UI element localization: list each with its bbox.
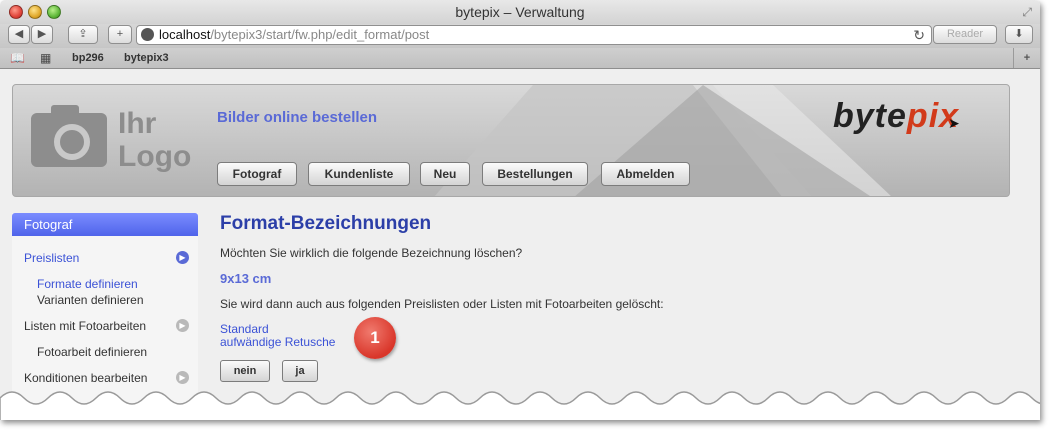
brand-main: byte: [833, 97, 907, 135]
sidebar-sub-formate-definieren[interactable]: Formate definieren: [37, 277, 138, 291]
downloads-button[interactable]: ⬇: [1005, 25, 1033, 44]
camera-logo-icon: [31, 105, 107, 167]
chevron-right-icon[interactable]: ▶: [176, 251, 189, 264]
globe-icon: [141, 28, 154, 41]
sidebar-heading: Fotograf: [12, 213, 198, 236]
address-bar[interactable]: localhost/bytepix3/start/fw.php/edit_for…: [136, 25, 932, 45]
callout-badge: 1: [354, 317, 396, 359]
mouse-cursor-icon: ➤: [948, 115, 960, 131]
fullscreen-icon[interactable]: ⤢: [1022, 5, 1032, 20]
share-button[interactable]: ⇪: [68, 25, 98, 44]
reader-button[interactable]: Reader: [933, 25, 997, 44]
sidebar-sub-varianten-definieren[interactable]: Varianten definieren: [37, 293, 144, 307]
nav-abmelden-button[interactable]: Abmelden: [601, 162, 690, 186]
sidebar-sub-fotoarbeit-definieren[interactable]: Fotoarbeit definieren: [37, 345, 147, 359]
url-path: /bytepix3/start/fw.php/edit_format/post: [210, 27, 430, 42]
nav-fotograf-button[interactable]: Fotograf: [217, 162, 297, 186]
top-sites-icon[interactable]: ▦: [40, 51, 51, 65]
sidebar-item-preislisten[interactable]: Preislisten: [24, 251, 79, 265]
reading-list-icon[interactable]: 📖: [10, 51, 25, 65]
forward-button[interactable]: ▶: [31, 25, 53, 44]
site-header: Ihr Logo Bilder online bestellen bytepix…: [12, 84, 1010, 197]
nav-bestellungen-button[interactable]: Bestellungen: [482, 162, 588, 186]
yes-button[interactable]: ja: [282, 360, 318, 382]
delete-info: Sie wird dann auch aus folgenden Preisli…: [220, 297, 664, 311]
window-title: bytepix – Verwaltung: [455, 4, 585, 20]
back-button[interactable]: ◀: [8, 25, 30, 44]
nav-neu-button[interactable]: Neu: [420, 162, 470, 186]
reload-icon[interactable]: ↻: [913, 26, 925, 44]
page-title: Format-Bezeichnungen: [220, 213, 432, 234]
no-button[interactable]: nein: [220, 360, 270, 382]
new-tab-button[interactable]: +: [108, 25, 132, 44]
nav-kundenliste-button[interactable]: Kundenliste: [308, 162, 410, 186]
bookmark-bytepix3[interactable]: bytepix3: [124, 52, 169, 64]
torn-edge-graphic: [0, 391, 1040, 420]
plus-icon: +: [116, 28, 124, 40]
chevron-right-icon[interactable]: ▶: [176, 319, 189, 332]
title-bar: bytepix – Verwaltung ⤢: [0, 0, 1040, 25]
sidebar-item-listen-mit-fotoarbeiten[interactable]: Listen mit Fotoarbeiten: [24, 319, 146, 333]
brand-logo: bytepix: [833, 97, 959, 136]
bookmark-bp296[interactable]: bp296: [72, 52, 104, 64]
add-tab-icon[interactable]: +: [1013, 48, 1040, 68]
url-host: localhost: [159, 27, 211, 42]
browser-toolbar: ◀ ▶ ⇪ + localhost/bytepix3/start/fw.php/…: [0, 24, 1040, 48]
page-content: Ihr Logo Bilder online bestellen bytepix…: [0, 69, 1040, 420]
logo-line-1: Ihr: [118, 107, 157, 140]
back-arrow-icon: ◀: [14, 28, 24, 40]
logo-placeholder: Ihr Logo: [118, 107, 191, 173]
url-text: localhost/bytepix3/start/fw.php/edit_for…: [159, 26, 429, 44]
forward-arrow-icon: ▶: [37, 28, 47, 40]
browser-window: bytepix – Verwaltung ⤢ ◀ ▶ ⇪ + localhost…: [0, 0, 1040, 420]
format-name: 9x13 cm: [220, 271, 272, 286]
delete-question: Möchten Sie wirklich die folgende Bezeic…: [220, 246, 523, 260]
bookmarks-bar: 📖 ▦ bp296 bytepix3 +: [0, 48, 1040, 69]
pricelist-link-retusche[interactable]: aufwändige Retusche: [220, 335, 335, 349]
logo-line-2: Logo: [118, 140, 192, 173]
tagline: Bilder online bestellen: [217, 109, 378, 126]
download-icon: ⬇: [1014, 28, 1024, 40]
pricelist-link-standard[interactable]: Standard: [220, 322, 269, 336]
share-icon: ⇪: [78, 28, 88, 40]
